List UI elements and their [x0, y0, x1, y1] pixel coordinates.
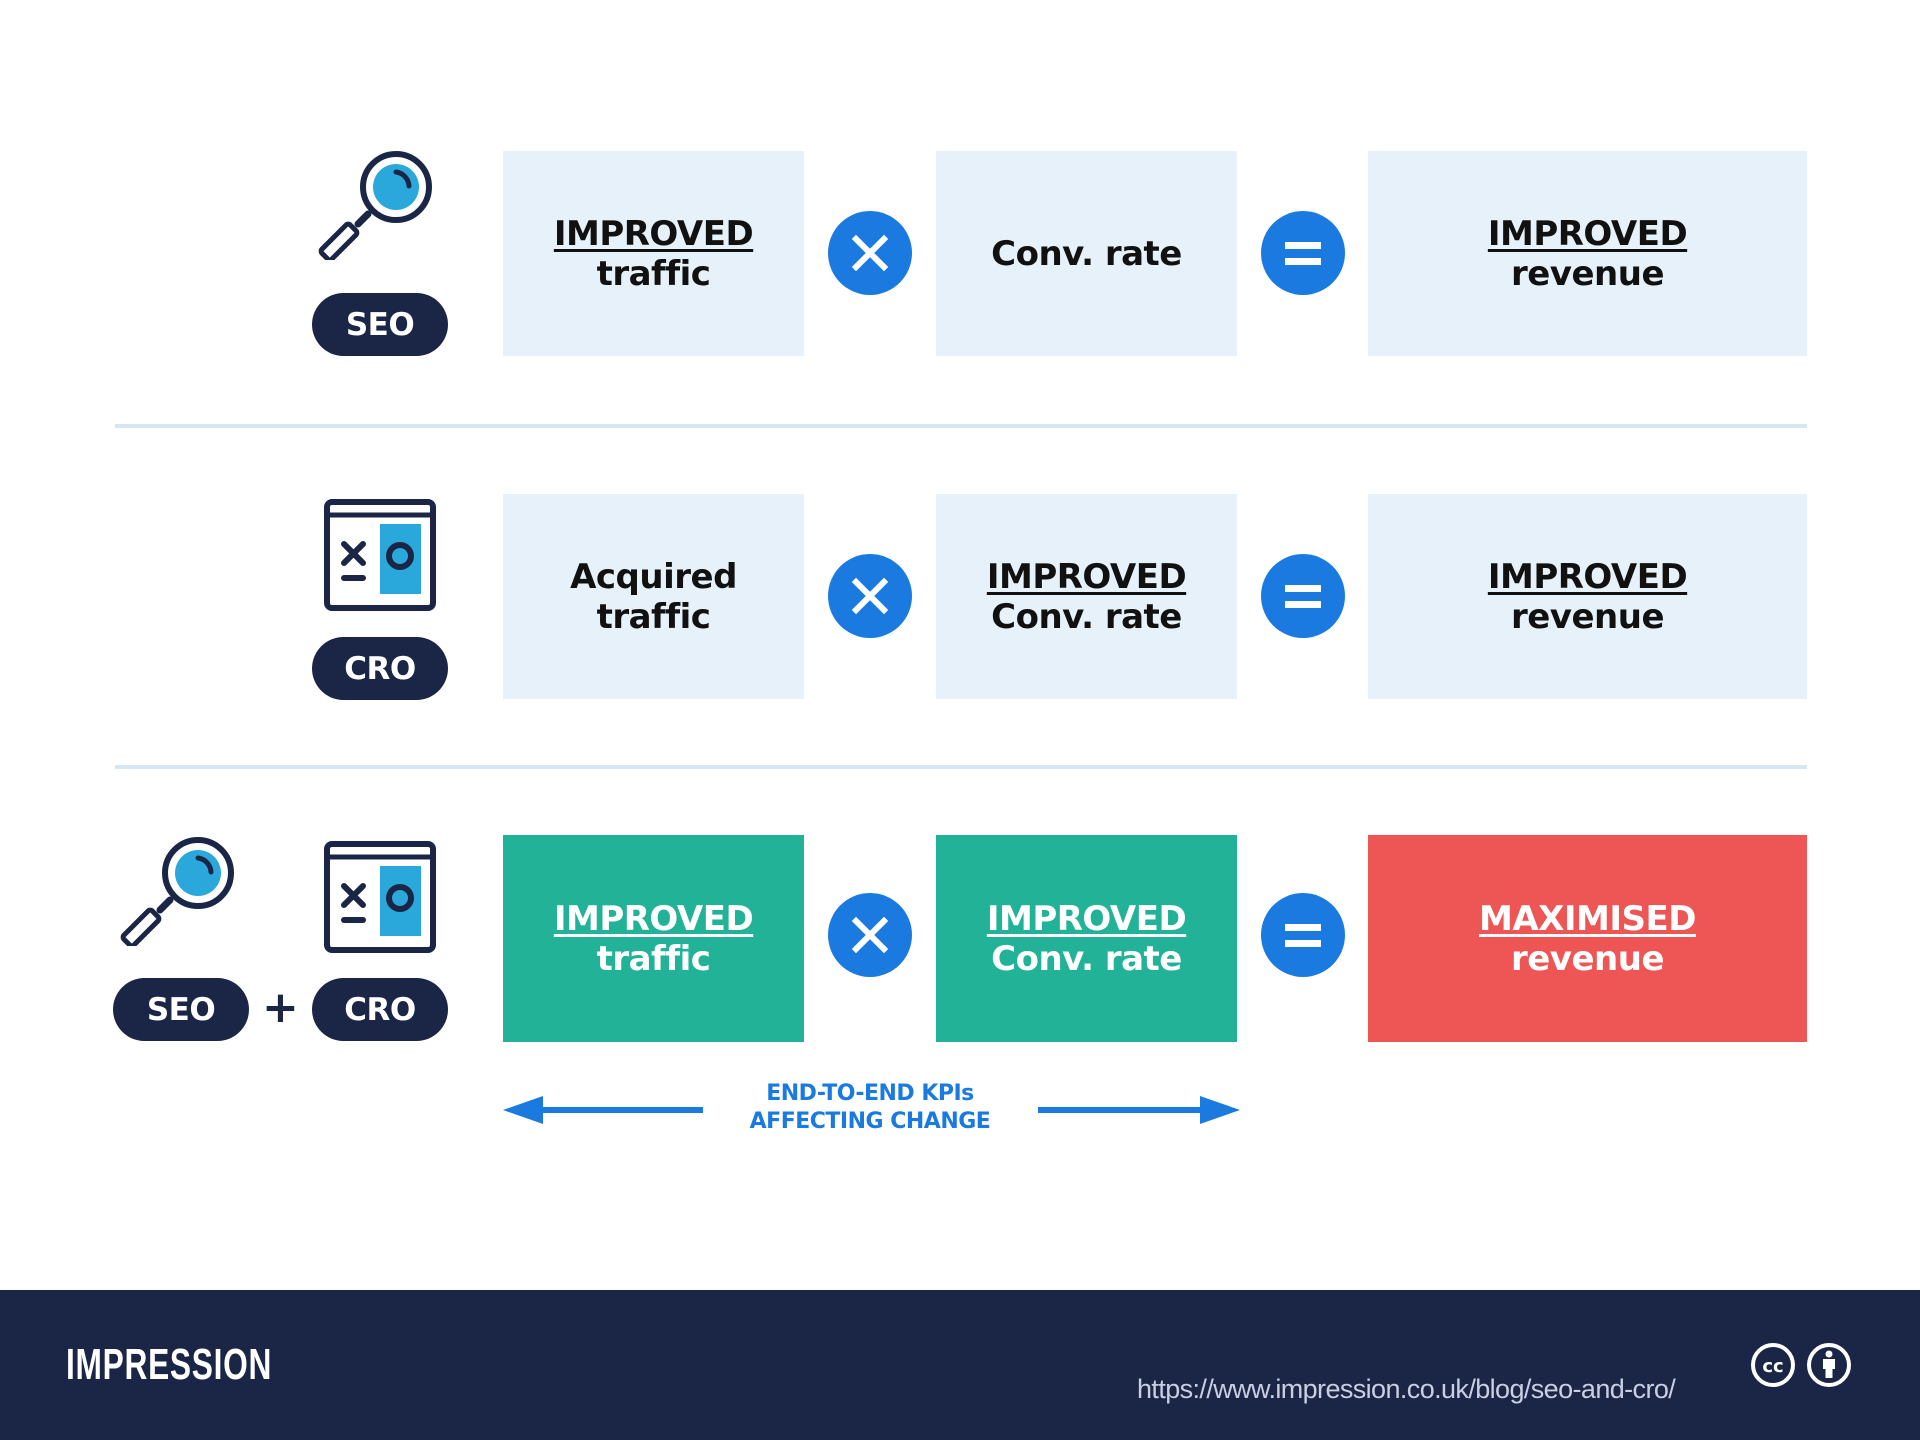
- row2-acquired-traffic-box: Acquired traffic: [503, 494, 804, 699]
- row2-acquired-line2: traffic: [596, 596, 711, 637]
- kpi-annotation-line1: END-TO-END KPIs: [766, 1081, 974, 1106]
- multiply-icon: [828, 211, 912, 295]
- source-url[interactable]: https://www.impression.co.uk/blog/seo-an…: [1137, 1374, 1676, 1404]
- creative-commons-icon: cc: [1751, 1343, 1795, 1387]
- right-arrow-icon: [1038, 1096, 1240, 1124]
- attribution-icon: [1807, 1343, 1851, 1387]
- kpi-annotation-line2: AFFECTING CHANGE: [749, 1109, 991, 1134]
- row3-conv-rate-box: IMPROVED Conv. rate: [936, 835, 1237, 1042]
- row3-revenue-text: revenue: [1510, 938, 1665, 979]
- row2-revenue-text: revenue: [1510, 596, 1665, 637]
- row1-traffic-highlight: IMPROVED: [553, 213, 754, 254]
- svg-text:cc: cc: [1762, 1356, 1783, 1377]
- footer: [0, 1290, 1920, 1440]
- row1-revenue-highlight: IMPROVED: [1487, 213, 1688, 254]
- row1-traffic-box: IMPROVED traffic: [503, 151, 804, 356]
- equals-icon: [1261, 554, 1345, 638]
- row3-revenue-highlight: MAXIMISED: [1479, 898, 1696, 939]
- row2-conv-rate-text: Conv. rate: [991, 596, 1182, 637]
- row3-revenue-box: MAXIMISED revenue: [1368, 835, 1807, 1042]
- row3-traffic-text: traffic: [596, 938, 711, 979]
- magnifier-icon: [120, 837, 234, 946]
- row2-conv-rate-box: IMPROVED Conv. rate: [936, 494, 1237, 699]
- seo-badge-label: SEO: [146, 991, 216, 1028]
- row1-conv-rate-text: Conv. rate: [991, 233, 1182, 274]
- row-divider: [115, 765, 1807, 769]
- row1-revenue-text: revenue: [1510, 253, 1665, 294]
- row3-traffic-box: IMPROVED traffic: [503, 835, 804, 1042]
- row3-conv-rate-text: Conv. rate: [991, 938, 1182, 979]
- row1-traffic-text: traffic: [596, 253, 711, 294]
- plus-icon: +: [262, 982, 299, 1033]
- row3-traffic-highlight: IMPROVED: [553, 898, 754, 939]
- equals-icon: [1261, 211, 1345, 295]
- impression-logo: IMPRESSION: [66, 1340, 273, 1389]
- row2-acquired-line1: Acquired: [570, 556, 737, 597]
- equals-icon: [1261, 893, 1345, 977]
- multiply-icon: [828, 554, 912, 638]
- row2-revenue-highlight: IMPROVED: [1487, 556, 1688, 597]
- kpi-annotation: END-TO-END KPIs AFFECTING CHANGE: [720, 1080, 1020, 1136]
- row-divider: [115, 424, 1807, 428]
- multiply-icon: [828, 893, 912, 977]
- seo-badge: SEO: [312, 293, 448, 356]
- cro-badge: CRO: [312, 978, 448, 1041]
- row2-conv-rate-highlight: IMPROVED: [986, 556, 1187, 597]
- cro-window-icon: [324, 841, 436, 953]
- cro-badge: CRO: [312, 637, 448, 700]
- row2-revenue-box: IMPROVED revenue: [1368, 494, 1807, 699]
- cro-badge-label: CRO: [344, 650, 416, 687]
- cro-badge-label: CRO: [344, 991, 416, 1028]
- seo-badge-label: SEO: [345, 306, 415, 343]
- cro-window-icon: [324, 499, 436, 611]
- row3-conv-rate-highlight: IMPROVED: [986, 898, 1187, 939]
- row1-conv-rate-box: Conv. rate: [936, 151, 1237, 356]
- left-arrow-icon: [503, 1096, 703, 1124]
- row1-revenue-box: IMPROVED revenue: [1368, 151, 1807, 356]
- magnifier-icon: [318, 151, 432, 260]
- seo-badge: SEO: [113, 978, 249, 1041]
